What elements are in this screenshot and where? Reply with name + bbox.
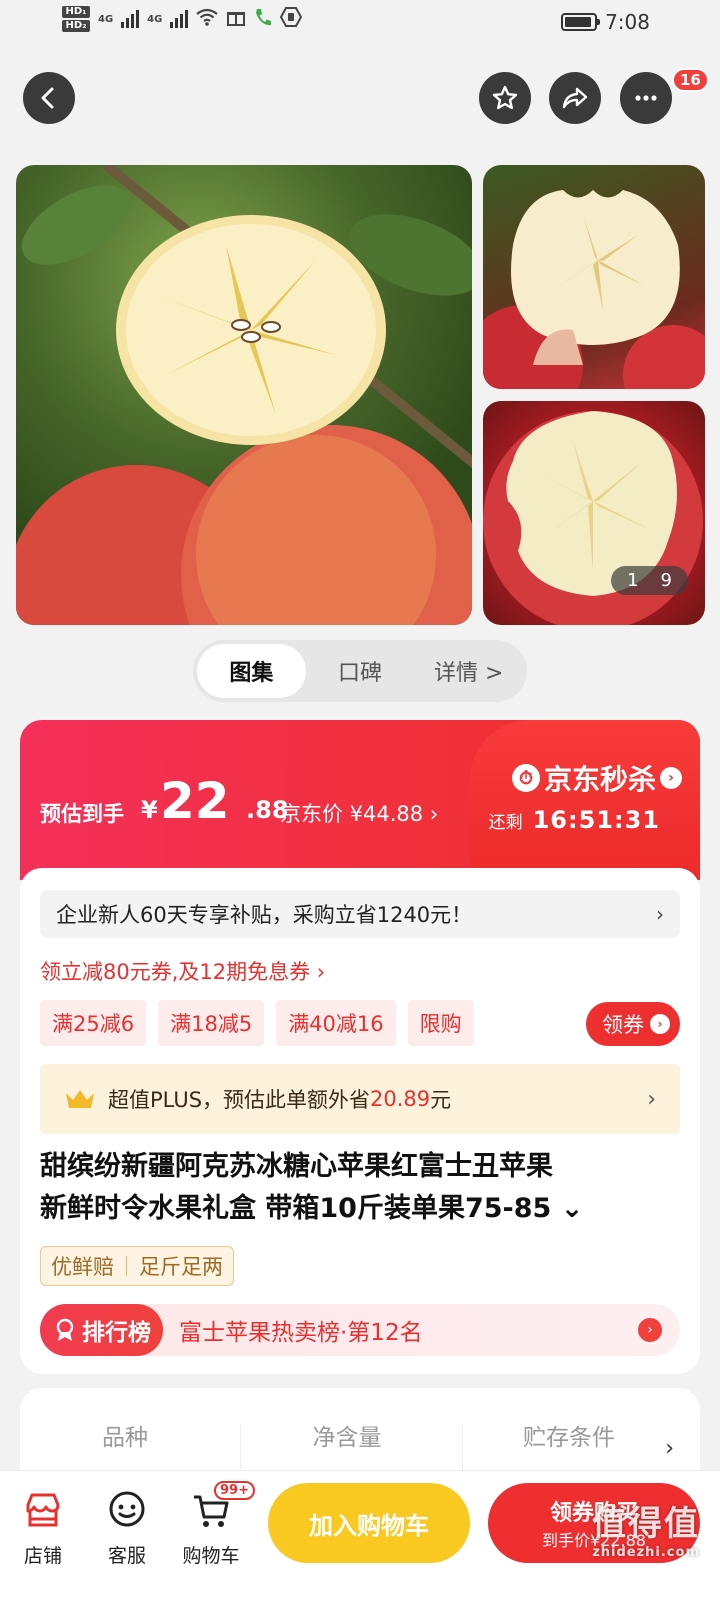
chevron-left-icon: [41, 87, 54, 109]
gallery-current: 1: [627, 570, 639, 591]
signal-2-label: 4G: [147, 13, 163, 25]
countdown: 还剩 16:51:31: [489, 806, 660, 834]
signal-2-icon: [170, 10, 189, 28]
crown-icon: [66, 1090, 94, 1108]
price-banner: 预估到手 ¥ 22 .88 京东价 ¥44.88 › ⏱ 京东秒杀 › 还剩 1…: [20, 720, 700, 880]
battery-icon: [561, 13, 601, 31]
shield-icon: [280, 6, 303, 32]
get-coupon-label: 领券: [602, 1013, 644, 1037]
chevron-right-icon: ›: [650, 1014, 670, 1034]
promo-tag[interactable]: 满40减16: [276, 1000, 396, 1046]
gallery-total: 9: [660, 570, 672, 591]
chevron-right-icon: ›: [660, 767, 682, 789]
countdown-time: 16:51:31: [532, 806, 660, 834]
gift-icon: [226, 7, 246, 32]
plus-amount: 20.89: [370, 1087, 431, 1111]
phone-icon: [254, 7, 272, 32]
medal-icon: [56, 1318, 74, 1341]
cart-button[interactable]: 99+ 购物车: [176, 1481, 255, 1568]
service-tag: 足斤足两: [139, 1255, 223, 1279]
spec-key: 贮存条件: [523, 1425, 615, 1451]
chevron-right-icon: ›: [647, 1086, 656, 1112]
chevron-right-icon: ›: [656, 902, 664, 926]
wifi-icon: [196, 8, 219, 31]
cart-count-badge: 99+: [214, 1481, 255, 1500]
store-icon: [26, 1493, 60, 1527]
coupon-link[interactable]: 领立减80元券,及12期免息券 ›: [40, 956, 325, 986]
ranking-badge: 排行榜: [40, 1304, 163, 1356]
ranking-row[interactable]: 排行榜 富士苹果热卖榜·第12名 ›: [40, 1304, 680, 1356]
clock-icon: ⏱: [511, 764, 540, 792]
service-tags[interactable]: 优鲜赔 足斤足两: [40, 1246, 234, 1286]
star-icon: [492, 85, 518, 110]
notification-badge: 16: [672, 68, 709, 92]
product-title-line1: 甜缤纷新疆阿克苏冰糖心苹果红富士丑苹果: [40, 1151, 553, 1182]
store-label: 店铺: [23, 1545, 62, 1567]
gallery-counter: 1 9: [611, 566, 688, 595]
promo-tag[interactable]: 满18减5: [158, 1000, 265, 1046]
product-title[interactable]: 甜缤纷新疆阿克苏冰糖心苹果红富士丑苹果 新鲜时令水果礼盒 带箱10斤装单果75-…: [40, 1146, 680, 1230]
content-tabs: 图集 口碑 详情 >: [193, 640, 527, 702]
share-button[interactable]: [549, 72, 601, 124]
watermark-text: 值得值: [592, 1504, 700, 1544]
promo-tags: 满25减6 满18减5 满40减16 限购: [40, 1000, 474, 1046]
signal-1-icon: [121, 10, 140, 28]
cart-label: 购物车: [182, 1545, 240, 1567]
promo-tag[interactable]: 满25减6: [40, 1000, 147, 1046]
watermark-sub: zhidezhi.com: [592, 1545, 700, 1560]
seckill-title: 京东秒杀: [543, 763, 656, 796]
service-tag: 优鲜赔: [51, 1255, 114, 1279]
more-dots-icon: [635, 95, 657, 101]
price-integer: 22: [160, 772, 230, 830]
chevron-right-icon: ›: [665, 1436, 674, 1461]
currency-symbol: ¥: [141, 796, 158, 824]
subsidy-text: 企业新人60天专享补贴，采购立省1240元！: [56, 903, 473, 927]
product-gallery[interactable]: 1 9: [0, 165, 720, 625]
add-to-cart-button[interactable]: 加入购物车: [268, 1483, 470, 1563]
tab-reviews[interactable]: 口碑: [306, 644, 415, 698]
clock-time: 7:08: [605, 10, 650, 34]
apple-slice-image: [483, 190, 705, 389]
apple-image: [16, 165, 472, 625]
promo-tag[interactable]: 限购: [407, 1000, 474, 1046]
hd2-label: HD₂: [62, 20, 90, 32]
bottom-action-bar: 店铺 客服 99+ 购物车 加入购物车 领券购买 到手价¥22.88 值得值 z…: [0, 1470, 720, 1600]
thumbnail-image-1[interactable]: [483, 165, 705, 389]
ranking-badge-label: 排行榜: [82, 1320, 151, 1346]
enterprise-subsidy-row[interactable]: 企业新人60天专享补贴，采购立省1240元！ ›: [40, 890, 680, 938]
share-icon: [562, 87, 588, 109]
watermark-logo: 值得值 zhidezhi.com: [592, 1496, 700, 1560]
spec-key: 品种: [102, 1425, 148, 1451]
ranking-text: 富士苹果热卖榜·第12名: [179, 1320, 423, 1346]
spec-key: 净含量: [312, 1425, 382, 1451]
plus-prefix: 超值PLUS，预估此单额外省: [108, 1088, 371, 1112]
chevron-right-icon: ›: [638, 1318, 662, 1342]
service-label: 客服: [107, 1545, 146, 1567]
main-product-image[interactable]: [16, 165, 472, 625]
store-button[interactable]: 店铺: [8, 1489, 78, 1568]
jd-price-link[interactable]: 京东价 ¥44.88 ›: [280, 798, 438, 828]
chat-face-icon: [109, 1491, 145, 1527]
customer-service-button[interactable]: 客服: [92, 1489, 162, 1568]
status-bar: HD₁ HD₂ 4G 4G 7:08: [0, 0, 720, 50]
signal-1-label: 4G: [98, 13, 114, 25]
estimated-price-label: 预估到手: [40, 802, 124, 826]
more-button[interactable]: [620, 72, 672, 124]
seckill-link[interactable]: ⏱ 京东秒杀 ›: [511, 758, 682, 798]
back-button[interactable]: [23, 72, 75, 124]
top-nav: [0, 68, 720, 124]
hd-indicator: HD₁ HD₂: [62, 6, 90, 32]
plus-suffix: 元: [430, 1088, 452, 1112]
divider: [126, 1256, 127, 1276]
favorite-button[interactable]: [479, 72, 531, 124]
tab-gallery[interactable]: 图集: [197, 644, 306, 698]
tab-details[interactable]: 详情 >: [414, 644, 523, 698]
plus-membership-row[interactable]: 超值PLUS，预估此单额外省 20.89 元 ›: [40, 1064, 680, 1134]
hd1-label: HD₁: [62, 6, 90, 18]
product-title-line2: 新鲜时令水果礼盒 带箱10斤装单果75-85 ⌄: [40, 1193, 584, 1224]
product-info-card: 企业新人60天专享补贴，采购立省1240元！ › 领立减80元券,及12期免息券…: [20, 868, 700, 1374]
countdown-label: 还剩: [488, 812, 523, 833]
get-coupon-button[interactable]: 领券 ›: [586, 1002, 680, 1046]
